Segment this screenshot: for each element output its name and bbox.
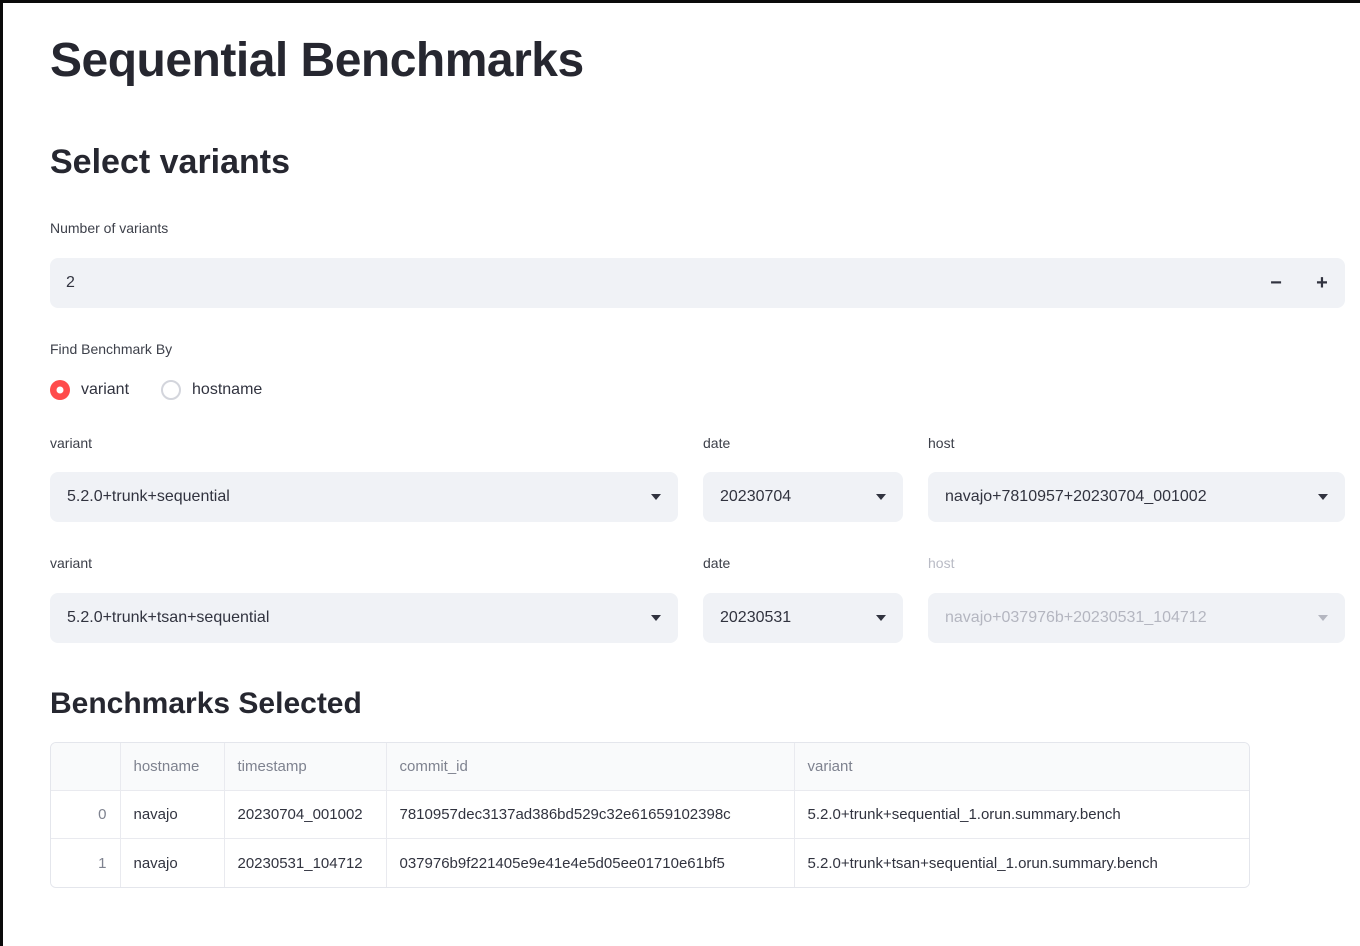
host-select-1[interactable]: navajo+7810957+20230704_001002 (928, 472, 1345, 522)
chevron-down-icon (1318, 494, 1328, 500)
benchmarks-dataframe[interactable]: hostname timestamp commit_id variant 0 n… (50, 742, 1250, 888)
variant-select-label: variant (50, 554, 678, 574)
chevron-down-icon (1318, 615, 1328, 621)
date-select-1[interactable]: 20230704 (703, 472, 903, 522)
host-select-label-disabled: host (928, 554, 1345, 574)
chevron-down-icon (651, 615, 661, 621)
host-select-2-disabled: navajo+037976b+20230531_104712 (928, 593, 1345, 643)
main-content: Sequential Benchmarks Select variants Nu… (50, 32, 1345, 888)
column-header-index (51, 743, 120, 791)
column-header-timestamp: timestamp (224, 743, 386, 791)
date-select-label: date (703, 434, 903, 454)
minus-icon[interactable]: − (1253, 258, 1299, 308)
section-heading-select-variants: Select variants (50, 143, 1345, 182)
variant-column-1: variant 5.2.0+trunk+sequential (50, 434, 678, 523)
benchmarks-table: hostname timestamp commit_id variant 0 n… (51, 743, 1249, 887)
column-header-variant: variant (794, 743, 1249, 791)
number-of-variants-label: Number of variants (50, 219, 1345, 239)
section-heading-benchmarks-selected: Benchmarks Selected (50, 687, 1345, 721)
date-select-2-value: 20230531 (720, 609, 791, 627)
radio-option-hostname[interactable]: hostname (161, 380, 262, 400)
app-window: Sequential Benchmarks Select variants Nu… (0, 0, 1360, 946)
cell-index: 1 (51, 839, 120, 887)
host-column-2: host navajo+037976b+20230531_104712 (928, 554, 1345, 643)
chevron-down-icon (876, 615, 886, 621)
cell-timestamp: 20230531_104712 (224, 839, 386, 887)
variant-select-1-value: 5.2.0+trunk+sequential (67, 488, 230, 506)
radio-option-label: hostname (192, 381, 262, 399)
column-header-hostname: hostname (120, 743, 224, 791)
cell-hostname: navajo (120, 791, 224, 839)
variant-select-label: variant (50, 434, 678, 454)
variant-row-2: variant 5.2.0+trunk+tsan+sequential date… (50, 554, 1345, 643)
date-column-2: date 20230531 (703, 554, 903, 643)
cell-commit-id: 037976b9f221405e9e41e4e5d05ee01710e61bf5 (386, 839, 794, 887)
variant-column-2: variant 5.2.0+trunk+tsan+sequential (50, 554, 678, 643)
host-select-label: host (928, 434, 1345, 454)
chevron-down-icon (876, 494, 886, 500)
variant-row-1: variant 5.2.0+trunk+sequential date 2023… (50, 434, 1345, 523)
host-select-1-value: navajo+7810957+20230704_001002 (945, 488, 1207, 506)
variant-select-2-value: 5.2.0+trunk+tsan+sequential (67, 609, 269, 627)
cell-timestamp: 20230704_001002 (224, 791, 386, 839)
variant-select-2[interactable]: 5.2.0+trunk+tsan+sequential (50, 593, 678, 643)
date-column-1: date 20230704 (703, 434, 903, 523)
plus-icon[interactable]: + (1299, 258, 1345, 308)
date-select-1-value: 20230704 (720, 488, 791, 506)
radio-option-variant[interactable]: variant (50, 380, 129, 400)
table-row: 0 navajo 20230704_001002 7810957dec3137a… (51, 791, 1249, 839)
radio-checked-icon[interactable] (50, 380, 70, 400)
date-select-2[interactable]: 20230531 (703, 593, 903, 643)
page-title: Sequential Benchmarks (50, 32, 1345, 90)
chevron-down-icon (651, 494, 661, 500)
number-of-variants-value[interactable]: 2 (50, 274, 1253, 292)
host-select-2-value: navajo+037976b+20230531_104712 (945, 609, 1207, 627)
cell-variant: 5.2.0+trunk+tsan+sequential_1.orun.summa… (794, 839, 1249, 887)
radio-option-label: variant (81, 381, 129, 399)
find-benchmark-by-label: Find Benchmark By (50, 340, 1345, 360)
table-row: 1 navajo 20230531_104712 037976b9f221405… (51, 839, 1249, 887)
column-header-commit-id: commit_id (386, 743, 794, 791)
radio-unchecked-icon[interactable] (161, 380, 181, 400)
cell-commit-id: 7810957dec3137ad386bd529c32e61659102398c (386, 791, 794, 839)
date-select-label: date (703, 554, 903, 574)
variant-select-1[interactable]: 5.2.0+trunk+sequential (50, 472, 678, 522)
cell-index: 0 (51, 791, 120, 839)
cell-hostname: navajo (120, 839, 224, 887)
find-benchmark-by-radio-group: variant hostname (50, 380, 1345, 400)
number-of-variants-input[interactable]: 2 − + (50, 258, 1345, 308)
cell-variant: 5.2.0+trunk+sequential_1.orun.summary.be… (794, 791, 1249, 839)
table-header-row: hostname timestamp commit_id variant (51, 743, 1249, 791)
host-column-1: host navajo+7810957+20230704_001002 (928, 434, 1345, 523)
